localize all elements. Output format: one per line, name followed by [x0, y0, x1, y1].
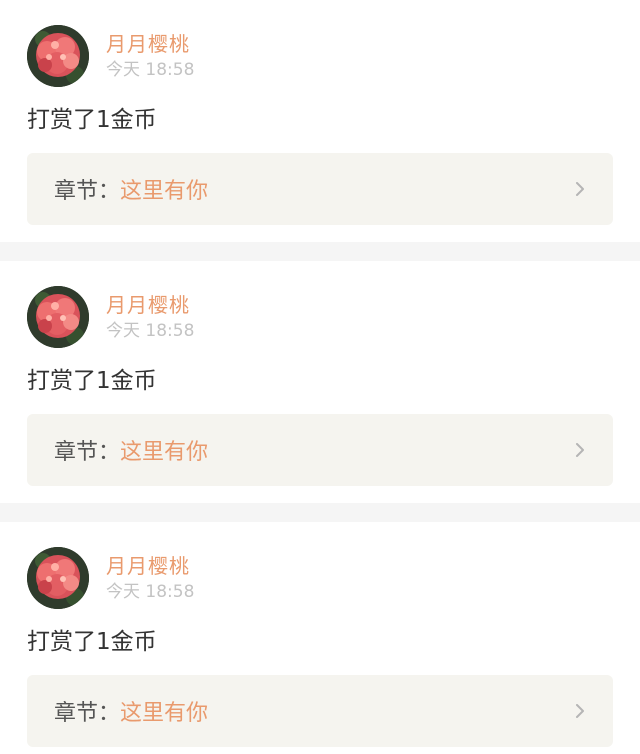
reward-card: 月月樱桃 今天 18:58 打赏了1金币 章节： 这里有你	[0, 522, 640, 754]
flower-avatar-image	[27, 25, 89, 87]
chevron-right-icon	[576, 443, 584, 457]
chevron-right-icon	[576, 182, 584, 196]
chapter-title: 这里有你	[120, 701, 209, 726]
reward-card: 月月樱桃 今天 18:58 打赏了1金币 章节： 这里有你	[0, 0, 640, 242]
reward-text: 打赏了1金币	[27, 368, 157, 394]
post-meta: 月月樱桃 今天 18:58	[106, 25, 194, 81]
post-header: 月月樱桃 今天 18:58	[27, 25, 194, 87]
timestamp: 今天 18:58	[106, 582, 195, 602]
chapter-label: 章节：	[54, 701, 121, 726]
user-name[interactable]: 月月樱桃	[106, 31, 194, 57]
reward-feed: 月月樱桃 今天 18:58 打赏了1金币 章节： 这里有你 月月樱桃 今天 18…	[0, 0, 640, 754]
chapter-link[interactable]: 章节： 这里有你	[27, 153, 613, 225]
reward-card: 月月樱桃 今天 18:58 打赏了1金币 章节： 这里有你	[0, 261, 640, 503]
chapter-link[interactable]: 章节： 这里有你	[27, 414, 613, 486]
user-name[interactable]: 月月樱桃	[106, 292, 194, 318]
avatar[interactable]	[27, 25, 89, 87]
flower-avatar-image	[27, 286, 89, 348]
card-separator	[0, 503, 640, 522]
timestamp: 今天 18:58	[106, 321, 195, 341]
chapter-title: 这里有你	[120, 440, 209, 465]
post-meta: 月月樱桃 今天 18:58	[106, 547, 194, 603]
flower-avatar-image	[27, 547, 89, 609]
chapter-label: 章节：	[54, 440, 121, 465]
timestamp: 今天 18:58	[106, 60, 195, 80]
post-meta: 月月樱桃 今天 18:58	[106, 286, 194, 342]
avatar[interactable]	[27, 547, 89, 609]
chevron-right-icon	[576, 704, 584, 718]
user-name[interactable]: 月月樱桃	[106, 553, 194, 579]
reward-text: 打赏了1金币	[27, 107, 157, 133]
chapter-link[interactable]: 章节： 这里有你	[27, 675, 613, 747]
avatar[interactable]	[27, 286, 89, 348]
reward-text: 打赏了1金币	[27, 629, 157, 655]
post-header: 月月樱桃 今天 18:58	[27, 547, 194, 609]
chapter-label: 章节：	[54, 179, 121, 204]
post-header: 月月樱桃 今天 18:58	[27, 286, 194, 348]
card-separator	[0, 242, 640, 261]
chapter-title: 这里有你	[120, 179, 209, 204]
